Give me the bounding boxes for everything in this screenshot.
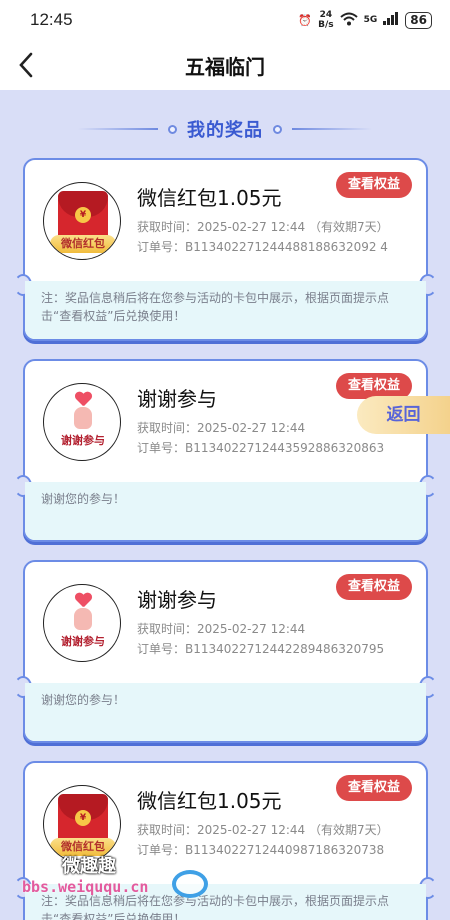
prize-card: 谢谢参与 谢谢参与 获取时间：2025-02-27 12:44 订单号：B113…: [14, 359, 437, 542]
prize-order: 订单号：B113402271244488188632092 4: [137, 240, 388, 254]
prize-name: 谢谢参与: [137, 387, 217, 411]
watermark-url: bbs.weiququ.cn: [22, 878, 149, 896]
prize-note: 注：奖品信息稍后将在您参与活动的卡包中展示，根据页面提示点击“查看权益”后兑换使…: [25, 281, 426, 339]
prize-name: 微信红包1.05元: [137, 789, 282, 813]
dot-icon: [273, 124, 282, 134]
battery-indicator: 86: [405, 11, 432, 29]
prize-note: 谢谢您的参与！: [25, 683, 426, 741]
watermark-title: 微趣趣: [62, 856, 116, 877]
back-arrow-icon[interactable]: [16, 50, 40, 80]
prize-order: 订单号：B1134022712442289486320795: [137, 642, 385, 656]
prize-order: 订单号：B1134022712443592886320863: [137, 441, 385, 455]
prize-name: 谢谢参与: [137, 588, 217, 612]
prize-card: 谢谢参与 谢谢参与 获取时间：2025-02-27 12:44 订单号：B113…: [14, 560, 437, 743]
dot-icon: [168, 124, 177, 134]
signal-icon: [383, 12, 399, 28]
wifi-icon: [339, 12, 358, 29]
status-time: 12:45: [30, 10, 73, 29]
section-header: 我的奖品: [0, 106, 450, 152]
prize-card: ¥ 微信红包 微信红包1.05元 获取时间：2025-02-27 12:44 （…: [14, 158, 437, 341]
prize-time: 获取时间：2025-02-27 12:44: [137, 421, 306, 435]
status-icons: ⏰ 24 B/s 5G 86: [298, 10, 432, 30]
divider-right: [292, 128, 372, 130]
view-benefits-button[interactable]: 查看权益: [336, 574, 412, 600]
icon-label: 谢谢参与: [61, 434, 105, 447]
watermark: 微趣趣 bbs.weiququ.cn: [22, 852, 208, 912]
page-title: 五福临门: [185, 54, 265, 79]
view-benefits-button[interactable]: 查看权益: [336, 172, 412, 198]
prize-time: 获取时间：2025-02-27 12:44 （有效期7天）: [137, 220, 389, 234]
net-speed: 24 B/s: [318, 10, 334, 30]
icon-label: 谢谢参与: [61, 635, 105, 648]
status-bar: 12:45 ⏰ 24 B/s 5G 86: [0, 0, 450, 40]
view-benefits-button[interactable]: 查看权益: [336, 775, 412, 801]
prize-time: 获取时间：2025-02-27 12:44: [137, 622, 306, 636]
swim-ring-icon: [172, 870, 208, 898]
icon-label: 微信红包: [50, 235, 116, 253]
heart-hand-icon: 谢谢参与: [43, 584, 121, 662]
divider-left: [78, 128, 158, 130]
network-type: 5G: [363, 15, 378, 25]
heart-hand-icon: 谢谢参与: [43, 383, 121, 461]
prize-time: 获取时间：2025-02-27 12:44 （有效期7天）: [137, 823, 389, 837]
return-button[interactable]: 返回: [357, 396, 450, 434]
red-packet-icon: ¥ 微信红包: [43, 182, 121, 260]
prize-note: 谢谢您的参与！: [25, 482, 426, 540]
section-title: 我的奖品: [187, 120, 263, 141]
alarm-icon: ⏰: [298, 13, 313, 27]
prize-name: 微信红包1.05元: [137, 186, 282, 210]
nav-bar: 五福临门: [0, 40, 450, 90]
